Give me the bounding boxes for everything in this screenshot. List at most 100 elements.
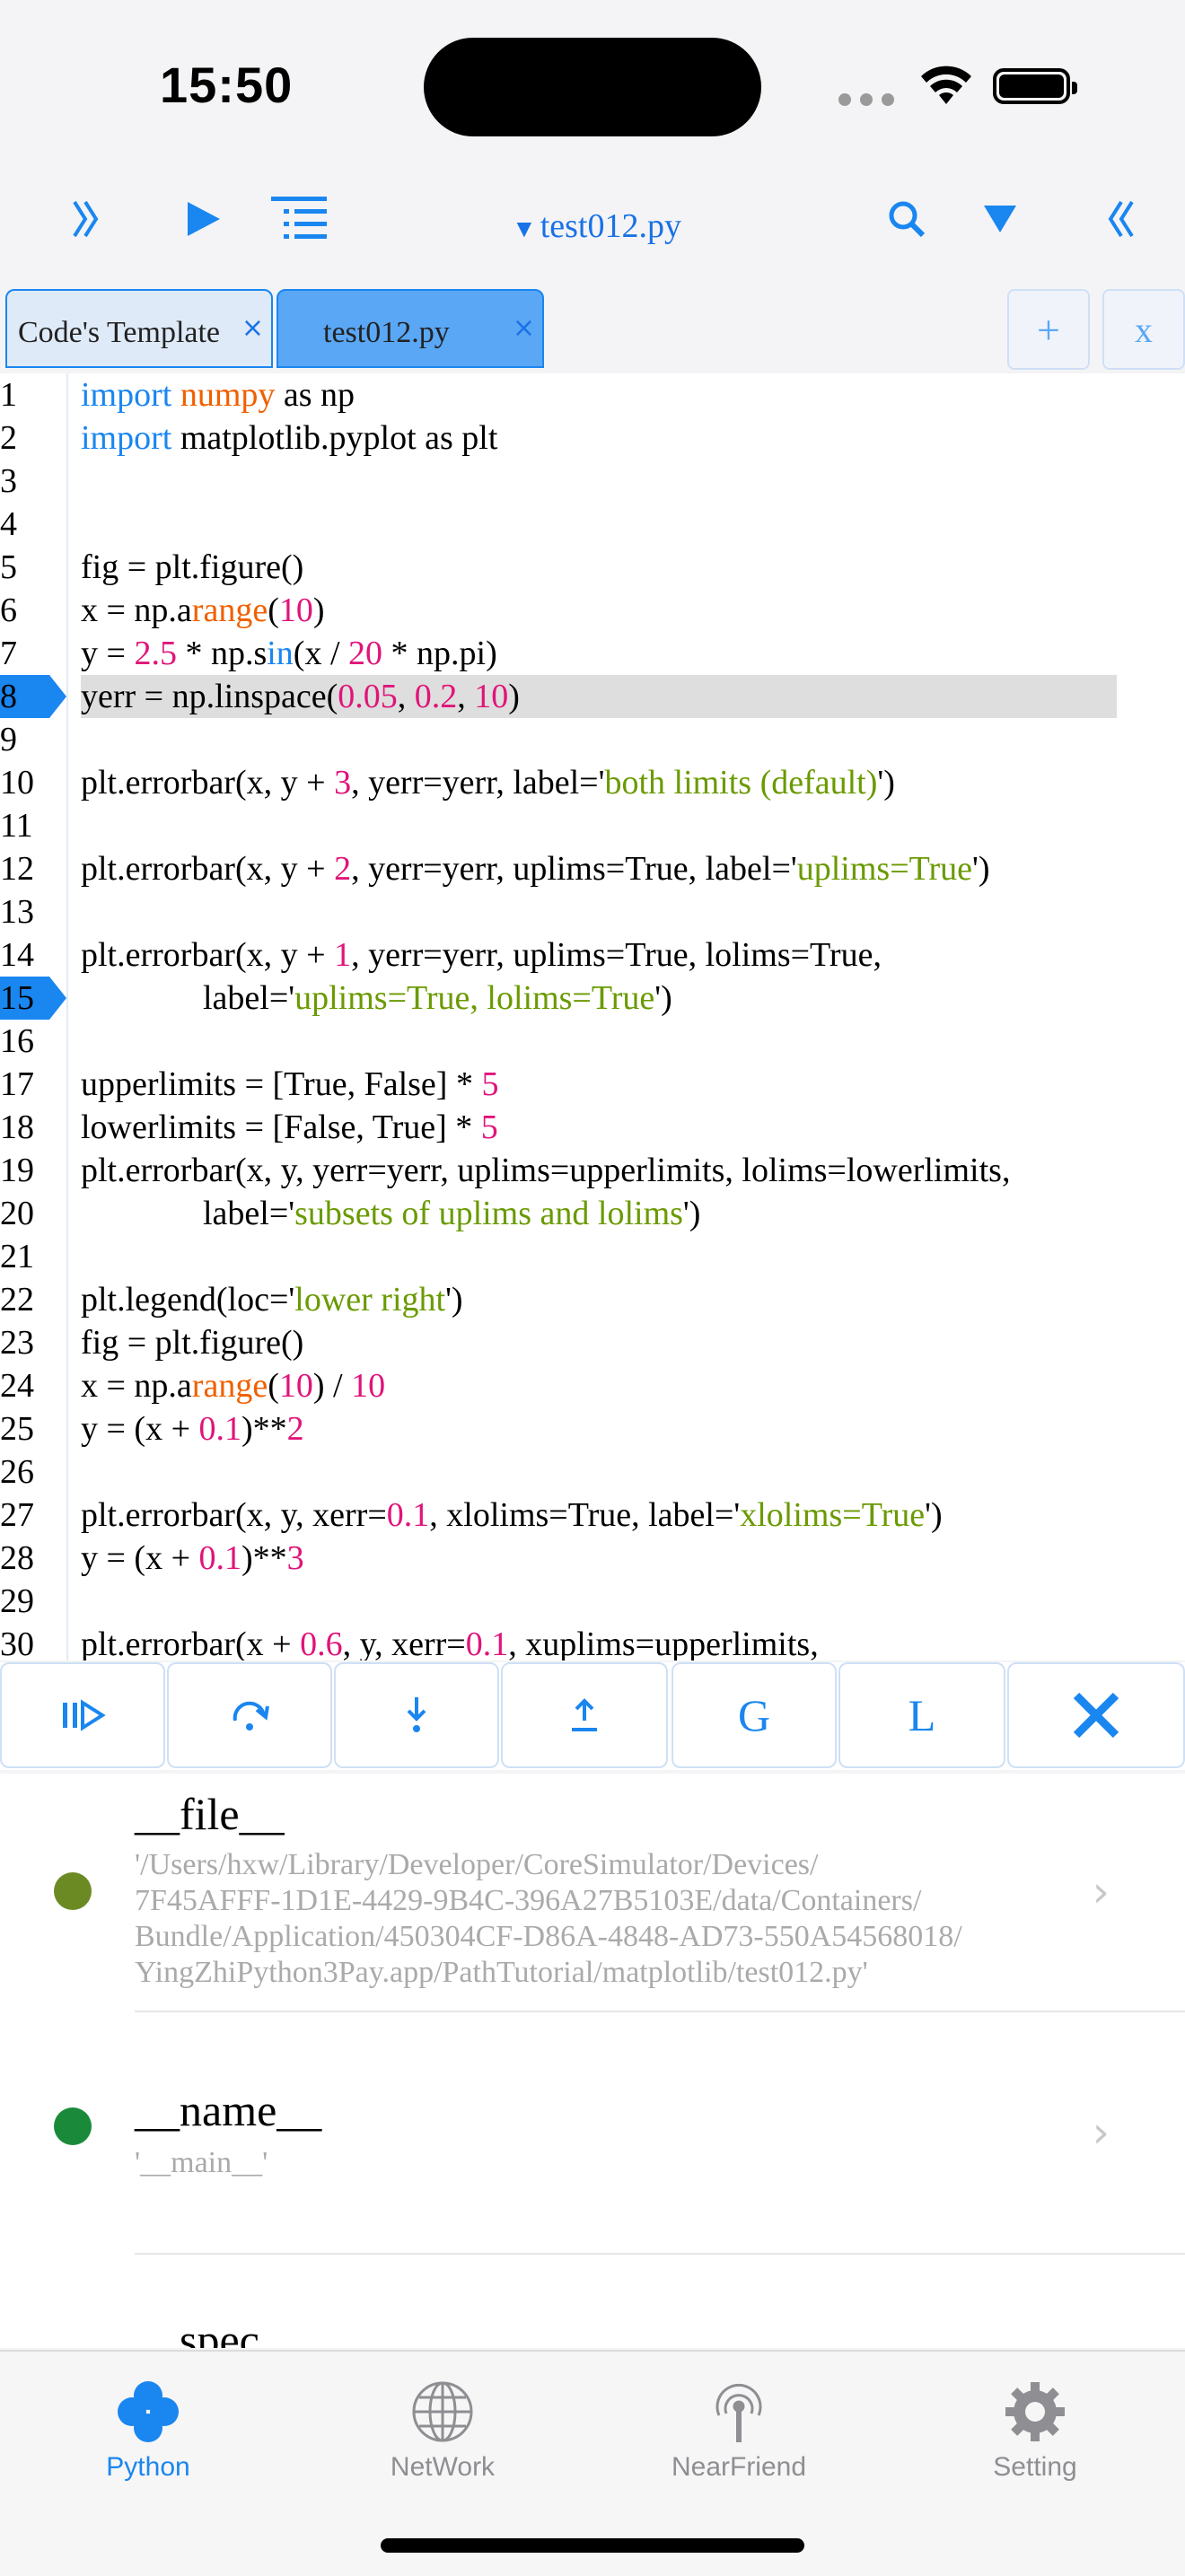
line-number[interactable]: 19 <box>0 1149 66 1192</box>
code-line[interactable]: 11 <box>0 804 1185 847</box>
code-line[interactable]: 14 plt.errorbar(x, y + 1, yerr=yerr, upli… <box>0 933 1185 977</box>
line-number[interactable]: 16 <box>0 1020 66 1063</box>
line-number[interactable]: 7 <box>0 632 66 675</box>
code-line[interactable]: 18 lowerlimits = [False, True] * 5 <box>0 1106 1185 1149</box>
run-icon[interactable] <box>176 190 230 248</box>
code-line[interactable]: 12 plt.errorbar(x, y + 2, yerr=yerr, upli… <box>0 847 1185 890</box>
step-over-button[interactable] <box>167 1662 332 1768</box>
code-line[interactable]: 25 y = (x + 0.1)**2 <box>0 1407 1185 1450</box>
code-line[interactable]: 13 <box>0 890 1185 933</box>
filter-triangle-icon[interactable] <box>975 190 1025 248</box>
line-number[interactable]: 28 <box>0 1537 66 1580</box>
line-number[interactable]: 29 <box>0 1580 66 1623</box>
list-item[interactable]: __file__ '/Users/hxw/Library/Developer/C… <box>0 1774 1185 2012</box>
tab-python[interactable]: Python <box>36 2371 260 2483</box>
line-number[interactable]: 9 <box>0 718 66 761</box>
code-line[interactable]: 2 import matplotlib.pyplot as plt <box>0 416 1185 460</box>
file-title-dropdown[interactable]: ▼ test012.py <box>512 206 681 246</box>
close-icon <box>1073 1692 1119 1739</box>
line-number[interactable]: 18 <box>0 1106 66 1149</box>
tab-nearfriend[interactable]: NearFriend <box>627 2371 851 2483</box>
code-line[interactable]: 22 plt.legend(loc='lower right') <box>0 1278 1185 1321</box>
code-line[interactable]: 4 <box>0 503 1185 546</box>
line-number[interactable]: 23 <box>0 1321 66 1364</box>
code-line[interactable]: 15 label='uplims=True, lolims=True') <box>0 977 1185 1020</box>
code-line[interactable]: 26 <box>0 1450 1185 1494</box>
code-line[interactable]: 19 plt.errorbar(x, y, yerr=yerr, uplims=u… <box>0 1149 1185 1192</box>
variables-list: __file__ '/Users/hxw/Library/Developer/C… <box>0 1774 1185 2348</box>
code-editor[interactable]: 1 import numpy as np 2 import matplotlib.py… <box>0 373 1185 1660</box>
line-number[interactable]: 3 <box>0 460 66 503</box>
outline-list-icon[interactable] <box>266 190 332 248</box>
breakpoint-marker[interactable]: 8 <box>0 675 66 718</box>
close-all-tabs-button[interactable]: x <box>1102 289 1185 370</box>
search-icon[interactable] <box>880 190 934 248</box>
code-line[interactable]: 24 x = np.arange(10) / 10 <box>0 1364 1185 1407</box>
code-line[interactable]: 3 <box>0 460 1185 503</box>
locals-button[interactable]: L <box>838 1662 1005 1768</box>
line-number[interactable]: 22 <box>0 1278 66 1321</box>
code-text: y = 2.5 * np.sin(x / 20 * np.pi) <box>81 635 497 672</box>
tab-network[interactable]: NetWork <box>330 2371 555 2483</box>
list-item[interactable]: __spec__ <box>0 2255 1185 2348</box>
line-number[interactable]: 14 <box>0 933 66 977</box>
tab-setting[interactable]: Setting <box>923 2371 1147 2483</box>
line-number[interactable]: 30 <box>0 1623 66 1660</box>
continue-button[interactable] <box>0 1662 165 1768</box>
gear-icon <box>923 2371 1147 2452</box>
close-debug-button[interactable] <box>1007 1662 1185 1768</box>
line-number[interactable]: 24 <box>0 1364 66 1407</box>
code-line[interactable]: 5 fig = plt.figure() <box>0 546 1185 589</box>
code-line[interactable]: 20 label='subsets of uplims and lolims') <box>0 1192 1185 1235</box>
code-line[interactable]: 21 <box>0 1235 1185 1278</box>
code-line[interactable]: 6 x = np.arange(10) <box>0 589 1185 632</box>
globals-button[interactable]: G <box>672 1662 837 1768</box>
collapse-panel-icon[interactable] <box>59 190 113 248</box>
variable-name: __file__ <box>135 1789 285 1839</box>
code-line[interactable]: 29 <box>0 1580 1185 1623</box>
code-text: lowerlimits = [False, True] * 5 <box>81 1108 498 1146</box>
code-line[interactable]: 1 import numpy as np <box>0 373 1185 416</box>
code-text: plt.errorbar(x, y + 1, yerr=yerr, uplims… <box>81 936 882 974</box>
code-line[interactable]: 28 y = (x + 0.1)**3 <box>0 1537 1185 1580</box>
line-number[interactable]: 27 <box>0 1494 66 1537</box>
line-number[interactable]: 25 <box>0 1407 66 1450</box>
code-line[interactable]: 16 <box>0 1020 1185 1063</box>
line-number[interactable]: 4 <box>0 503 66 546</box>
tab-codes-template[interactable]: Code's Template × <box>5 289 273 368</box>
globe-icon <box>330 2371 555 2452</box>
line-number[interactable]: 10 <box>0 761 66 804</box>
breakpoint-marker[interactable]: 15 <box>0 977 66 1020</box>
line-number[interactable]: 2 <box>0 416 66 460</box>
code-line[interactable]: 30 plt.errorbar(x + 0.6, y, xerr=0.1, xup… <box>0 1623 1185 1660</box>
dynamic-island <box>424 38 761 136</box>
code-line[interactable]: 17 upperlimits = [True, False] * 5 <box>0 1063 1185 1106</box>
step-into-icon <box>407 1697 426 1732</box>
line-number[interactable]: 26 <box>0 1450 66 1494</box>
code-line[interactable]: 23 fig = plt.figure() <box>0 1321 1185 1364</box>
line-number[interactable]: 6 <box>0 589 66 632</box>
line-number[interactable]: 5 <box>0 546 66 589</box>
expand-panel-icon[interactable] <box>1093 190 1147 248</box>
line-number[interactable]: 12 <box>0 847 66 890</box>
variable-value: '/Users/hxw/Library/Developer/CoreSimula… <box>135 1848 962 1989</box>
close-tab-icon[interactable]: × <box>513 312 535 344</box>
step-into-button[interactable] <box>334 1662 499 1768</box>
add-tab-button[interactable]: + <box>1007 289 1090 370</box>
line-number[interactable]: 1 <box>0 373 66 416</box>
code-line[interactable]: 7 y = 2.5 * np.sin(x / 20 * np.pi) <box>0 632 1185 675</box>
code-line[interactable]: 8 yerr = np.linspace(0.05, 0.2, 10) <box>0 675 1185 718</box>
line-number[interactable]: 17 <box>0 1063 66 1106</box>
line-number[interactable]: 11 <box>0 804 66 847</box>
line-number[interactable]: 13 <box>0 890 66 933</box>
code-line[interactable]: 9 <box>0 718 1185 761</box>
line-number[interactable]: 21 <box>0 1235 66 1278</box>
line-number[interactable]: 20 <box>0 1192 66 1235</box>
variable-name: __name__ <box>135 2085 322 2135</box>
code-line[interactable]: 27 plt.errorbar(x, y, xerr=0.1, xlolims=T… <box>0 1494 1185 1537</box>
step-out-button[interactable] <box>501 1662 668 1768</box>
tab-test012[interactable]: test012.py × <box>276 289 544 368</box>
list-item[interactable]: __name__ '__main__' › <box>0 2012 1185 2255</box>
code-line[interactable]: 10 plt.errorbar(x, y + 3, yerr=yerr, labe… <box>0 761 1185 804</box>
close-tab-icon[interactable]: × <box>241 312 264 344</box>
